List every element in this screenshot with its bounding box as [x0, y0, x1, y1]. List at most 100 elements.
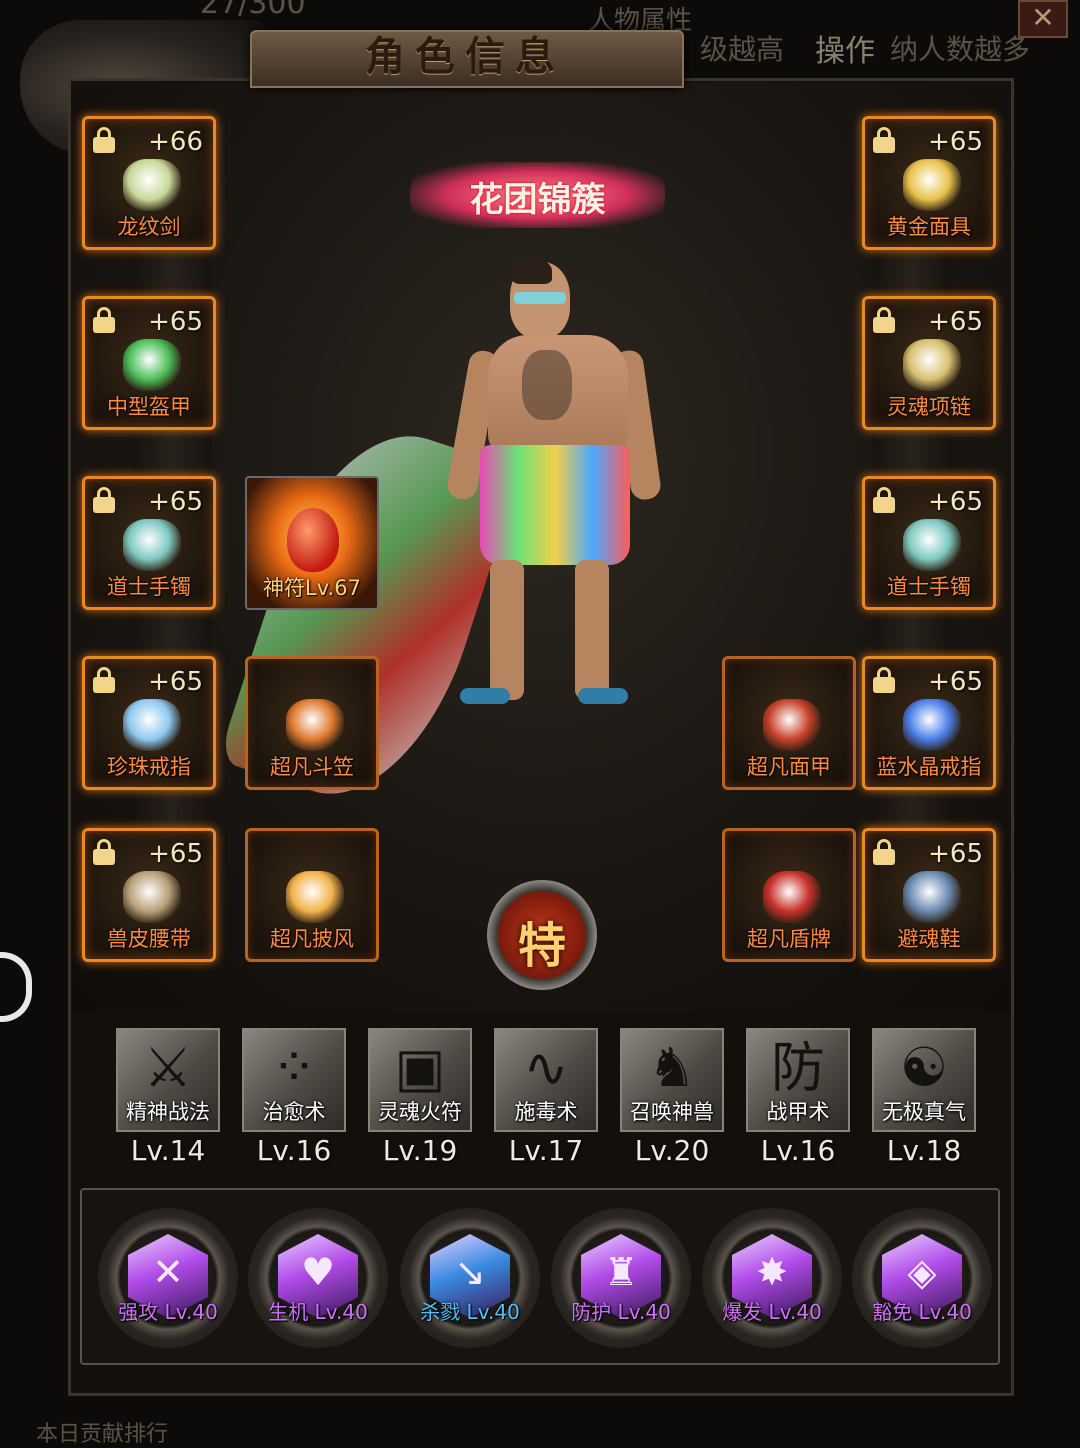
title-badge-text: 花团锦簇 — [469, 180, 606, 220]
buff-slot[interactable]: ↘ 杀戮 Lv.40 — [400, 1208, 540, 1348]
equip-name: 道士手镯 — [107, 575, 191, 599]
buff-slot[interactable]: ◈ 豁免 Lv.40 — [852, 1208, 992, 1348]
shield-rune-icon: 防 — [771, 1036, 825, 1099]
skill-slot[interactable]: ∿ 施毒术 — [494, 1028, 598, 1132]
enhance-level: +65 — [928, 487, 983, 517]
necklace-icon — [903, 339, 961, 391]
skill-level: Lv.19 — [382, 1134, 458, 1167]
equip-slot-boots[interactable]: +65 避魂鞋 — [862, 828, 996, 962]
enhance-level: +66 — [148, 127, 203, 157]
skill-name: 施毒术 — [514, 1100, 578, 1124]
skill-slot[interactable]: ☯ 无极真气 — [872, 1028, 976, 1132]
bg-ghost-text-2: 纳人数越多 — [890, 33, 1031, 66]
rune-label: 神符Lv.67 — [263, 576, 361, 600]
crossed-swords-icon: ✕ — [152, 1250, 184, 1294]
boots-icon — [903, 871, 961, 923]
equip-name: 超凡盾牌 — [747, 927, 831, 951]
skill-level: Lv.17 — [508, 1134, 584, 1167]
lock-icon — [873, 307, 895, 333]
enhance-level: +65 — [928, 839, 983, 869]
equip-name: 兽皮腰带 — [107, 927, 191, 951]
dagger-icon: ↘ — [454, 1250, 486, 1294]
armor-icon — [123, 339, 181, 391]
hero-sandal-right — [578, 688, 628, 704]
buff-slot[interactable]: ✸ 爆发 Lv.40 — [702, 1208, 842, 1348]
equip-slot-armor[interactable]: +65 中型盔甲 — [82, 296, 216, 430]
beast-icon: ♞ — [647, 1036, 697, 1099]
buff-slot[interactable]: ♜ 防护 Lv.40 — [551, 1208, 691, 1348]
skill-slot[interactable]: 防 战甲术 — [746, 1028, 850, 1132]
belt-icon — [123, 871, 181, 923]
equip-name: 超凡披风 — [270, 927, 354, 951]
lock-icon — [873, 127, 895, 153]
close-icon[interactable]: ✕ — [1018, 0, 1068, 38]
equip-slot-necklace[interactable]: +65 灵魂项链 — [862, 296, 996, 430]
skill-slot[interactable]: ♞ 召唤神兽 — [620, 1028, 724, 1132]
equip-name: 龙纹剑 — [117, 215, 181, 239]
buff-label: 防护 Lv.40 — [571, 1300, 671, 1324]
sword-icon: ⚔ — [143, 1036, 193, 1099]
skill-name: 无极真气 — [882, 1100, 966, 1124]
buff-slot[interactable]: ♥ 生机 Lv.40 — [248, 1208, 388, 1348]
skill-name: 灵魂火符 — [378, 1100, 462, 1124]
sword-icon — [123, 159, 181, 211]
equip-slot-weapon[interactable]: +66 龙纹剑 — [82, 116, 216, 250]
hero-tattoo — [522, 350, 572, 420]
equip-slot-hat[interactable]: 超凡斗笠 — [245, 656, 379, 790]
lock-icon — [93, 839, 115, 865]
skill-level: Lv.14 — [130, 1134, 206, 1167]
skill-name: 精神战法 — [126, 1100, 210, 1124]
buff-label: 杀戮 Lv.40 — [420, 1300, 520, 1324]
lock-icon — [873, 839, 895, 865]
special-button-label: 特 — [517, 918, 566, 974]
equip-slot-belt[interactable]: +65 兽皮腰带 — [82, 828, 216, 962]
flame-gem-icon — [287, 508, 339, 572]
dots-icon: ⁘ — [271, 1036, 317, 1099]
bg-bottom-text: 本日贡献排行 — [36, 1422, 169, 1447]
window-title: 角色信息 — [365, 34, 565, 80]
equip-slot-bracelet-right[interactable]: +65 道士手镯 — [862, 476, 996, 610]
yin-yang-icon: ☯ — [899, 1036, 949, 1099]
rune-slot[interactable]: 神符Lv.67 — [245, 476, 379, 610]
buff-label: 生机 Lv.40 — [268, 1300, 368, 1324]
equip-slot-helmet[interactable]: +65 黄金面具 — [862, 116, 996, 250]
poison-icon: ∿ — [523, 1036, 569, 1099]
bg-ghost-text-1: 级越高 — [700, 33, 785, 66]
skill-name: 战甲术 — [766, 1100, 830, 1124]
enhance-level: +65 — [928, 667, 983, 697]
bracelet-icon — [903, 519, 961, 571]
skill-slot[interactable]: ⁘ 治愈术 — [242, 1028, 346, 1132]
hero-sandal-left — [460, 688, 510, 704]
enhance-level: +65 — [928, 307, 983, 337]
hero-leg-left — [490, 560, 524, 700]
equip-name: 避魂鞋 — [897, 927, 961, 951]
side-logo-icon — [0, 952, 32, 1022]
equip-slot-ring-left[interactable]: +65 珍珠戒指 — [82, 656, 216, 790]
skill-slot[interactable]: ⚔ 精神战法 — [116, 1028, 220, 1132]
skill-level: Lv.20 — [634, 1134, 710, 1167]
equip-slot-cloak[interactable]: 超凡披风 — [245, 828, 379, 962]
special-button[interactable]: 特 — [455, 862, 630, 990]
hero-shorts — [480, 445, 630, 565]
crown-icon — [286, 699, 344, 751]
buff-slot[interactable]: ✕ 强攻 Lv.40 — [98, 1208, 238, 1348]
equip-slot-bracelet-left[interactable]: +65 道士手镯 — [82, 476, 216, 610]
burst-icon: ✸ — [756, 1250, 788, 1294]
equip-name: 超凡斗笠 — [270, 755, 354, 779]
equip-slot-ring-right[interactable]: +65 蓝水晶戒指 — [862, 656, 996, 790]
shield-icon: ◈ — [907, 1250, 937, 1294]
equip-slot-shield[interactable]: 超凡盾牌 — [722, 828, 856, 962]
equip-name: 超凡面甲 — [747, 755, 831, 779]
bg-counter: 27/300 — [200, 0, 306, 21]
skill-level: Lv.16 — [760, 1134, 836, 1167]
enhance-level: +65 — [148, 667, 203, 697]
skill-slot[interactable]: ▣ 灵魂火符 — [368, 1028, 472, 1132]
hero-sunglasses — [514, 292, 566, 304]
armor-icon: ♜ — [603, 1250, 639, 1294]
equip-name: 中型盔甲 — [107, 395, 191, 419]
equip-slot-faceguard[interactable]: 超凡面甲 — [722, 656, 856, 790]
skill-name: 治愈术 — [262, 1100, 326, 1124]
enhance-level: +65 — [148, 307, 203, 337]
mask-icon — [903, 159, 961, 211]
bracelet-icon — [123, 519, 181, 571]
